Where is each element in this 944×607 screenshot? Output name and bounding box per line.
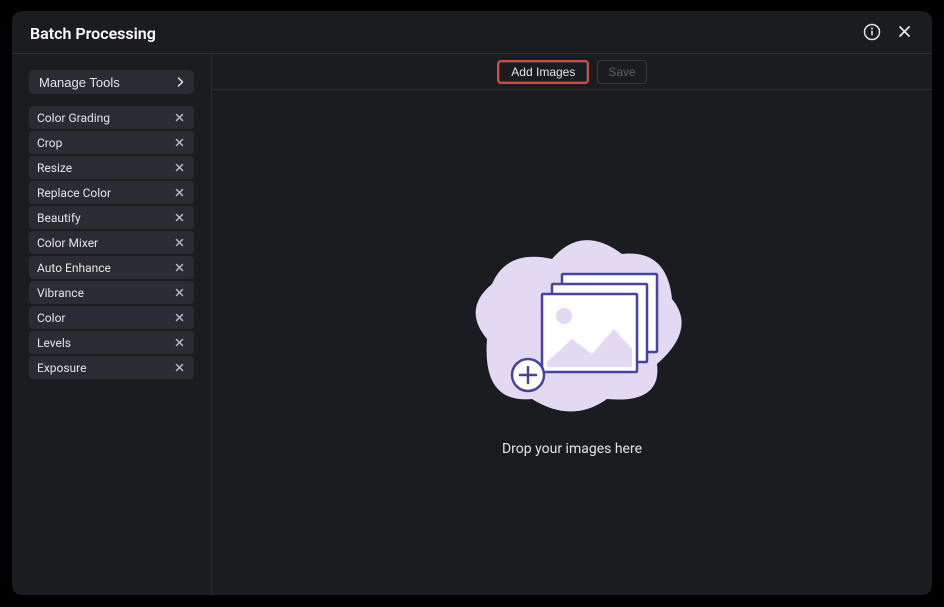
close-icon bbox=[175, 261, 184, 275]
tool-remove-button[interactable] bbox=[172, 186, 186, 200]
chevron-right-icon bbox=[177, 77, 184, 87]
tool-item-label: Exposure bbox=[37, 361, 86, 375]
close-icon bbox=[175, 161, 184, 175]
main-area: Add Images Save bbox=[212, 54, 932, 595]
close-icon bbox=[175, 111, 184, 125]
tool-item-label: Crop bbox=[37, 136, 62, 150]
tool-item-label: Beautify bbox=[37, 211, 81, 225]
tool-remove-button[interactable] bbox=[172, 236, 186, 250]
tool-item[interactable]: Resize bbox=[29, 156, 194, 179]
tool-item-label: Resize bbox=[37, 161, 72, 175]
tool-item[interactable]: Color bbox=[29, 306, 194, 329]
tool-remove-button[interactable] bbox=[172, 161, 186, 175]
tool-item[interactable]: Vibrance bbox=[29, 281, 194, 304]
close-icon bbox=[897, 24, 912, 42]
batch-processing-modal: Batch Processing bbox=[12, 11, 932, 595]
close-icon bbox=[175, 186, 184, 200]
drop-illustration bbox=[452, 229, 692, 423]
manage-tools-label: Manage Tools bbox=[39, 75, 120, 90]
save-button[interactable]: Save bbox=[597, 60, 646, 84]
tool-item-label: Vibrance bbox=[37, 286, 84, 300]
close-icon bbox=[175, 136, 184, 150]
drop-zone-text: Drop your images here bbox=[502, 441, 642, 457]
tool-remove-button[interactable] bbox=[172, 286, 186, 300]
close-icon bbox=[175, 286, 184, 300]
close-icon bbox=[175, 211, 184, 225]
close-icon bbox=[175, 336, 184, 350]
tool-remove-button[interactable] bbox=[172, 311, 186, 325]
tool-item[interactable]: Color Grading bbox=[29, 106, 194, 129]
tool-list: Color Grading Crop Resize Replace Color Beau… bbox=[29, 106, 194, 379]
tool-item-label: Color Grading bbox=[37, 111, 110, 125]
tool-item-label: Auto Enhance bbox=[37, 261, 111, 275]
sidebar: Manage Tools Color Grading Crop Resize Repl… bbox=[12, 54, 212, 595]
tool-item-label: Color bbox=[37, 311, 65, 325]
tool-item[interactable]: Replace Color bbox=[29, 181, 194, 204]
close-icon bbox=[175, 361, 184, 375]
modal-title: Batch Processing bbox=[30, 24, 156, 43]
tool-remove-button[interactable] bbox=[172, 361, 186, 375]
close-icon bbox=[175, 311, 184, 325]
tool-remove-button[interactable] bbox=[172, 261, 186, 275]
modal-body: Manage Tools Color Grading Crop Resize Repl… bbox=[12, 53, 932, 595]
info-icon bbox=[863, 23, 881, 44]
manage-tools-button[interactable]: Manage Tools bbox=[29, 70, 194, 94]
tool-item[interactable]: Beautify bbox=[29, 206, 194, 229]
header-actions bbox=[862, 23, 914, 43]
tool-item[interactable]: Exposure bbox=[29, 356, 194, 379]
tool-remove-button[interactable] bbox=[172, 211, 186, 225]
tool-item-label: Color Mixer bbox=[37, 236, 98, 250]
tool-remove-button[interactable] bbox=[172, 136, 186, 150]
add-images-button[interactable]: Add Images bbox=[497, 60, 589, 84]
modal-header: Batch Processing bbox=[12, 11, 932, 53]
close-icon bbox=[175, 236, 184, 250]
drop-zone[interactable]: Drop your images here bbox=[212, 90, 932, 595]
toolbar: Add Images Save bbox=[212, 54, 932, 90]
info-button[interactable] bbox=[862, 23, 882, 43]
close-button[interactable] bbox=[894, 23, 914, 43]
tool-item-label: Replace Color bbox=[37, 186, 111, 200]
tool-item[interactable]: Crop bbox=[29, 131, 194, 154]
tool-item[interactable]: Auto Enhance bbox=[29, 256, 194, 279]
tool-item[interactable]: Color Mixer bbox=[29, 231, 194, 254]
tool-remove-button[interactable] bbox=[172, 111, 186, 125]
tool-item-label: Levels bbox=[37, 336, 71, 350]
tool-item[interactable]: Levels bbox=[29, 331, 194, 354]
tool-remove-button[interactable] bbox=[172, 336, 186, 350]
